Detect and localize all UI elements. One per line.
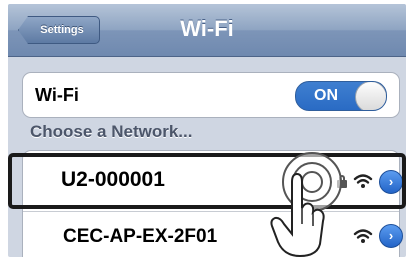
network-name: CEC-AP-EX-2F01	[63, 226, 218, 247]
chevron-right-icon: ›	[388, 228, 394, 243]
settings-screen: Settings Wi-Fi Wi-Fi ON Choose a Network…	[8, 4, 406, 257]
page-title: Wi-Fi	[180, 16, 234, 41]
wifi-signal-icon	[353, 229, 373, 243]
wifi-label: Wi-Fi	[35, 85, 79, 105]
navigation-bar: Settings Wi-Fi	[8, 4, 406, 57]
toggle-knob	[355, 82, 386, 110]
wifi-toggle-switch[interactable]: ON	[295, 81, 387, 111]
hand-pointer-icon	[270, 172, 325, 257]
network-row-cec-ap-ex-2f01[interactable]: CEC-AP-EX-2F01 ›	[23, 211, 403, 257]
network-details-button[interactable]: ›	[379, 224, 403, 248]
section-header: Choose a Network...	[30, 122, 193, 141]
wifi-toggle-row: Wi-Fi ON	[22, 72, 400, 118]
toggle-state-text: ON	[314, 87, 338, 104]
selection-highlight	[8, 153, 406, 209]
